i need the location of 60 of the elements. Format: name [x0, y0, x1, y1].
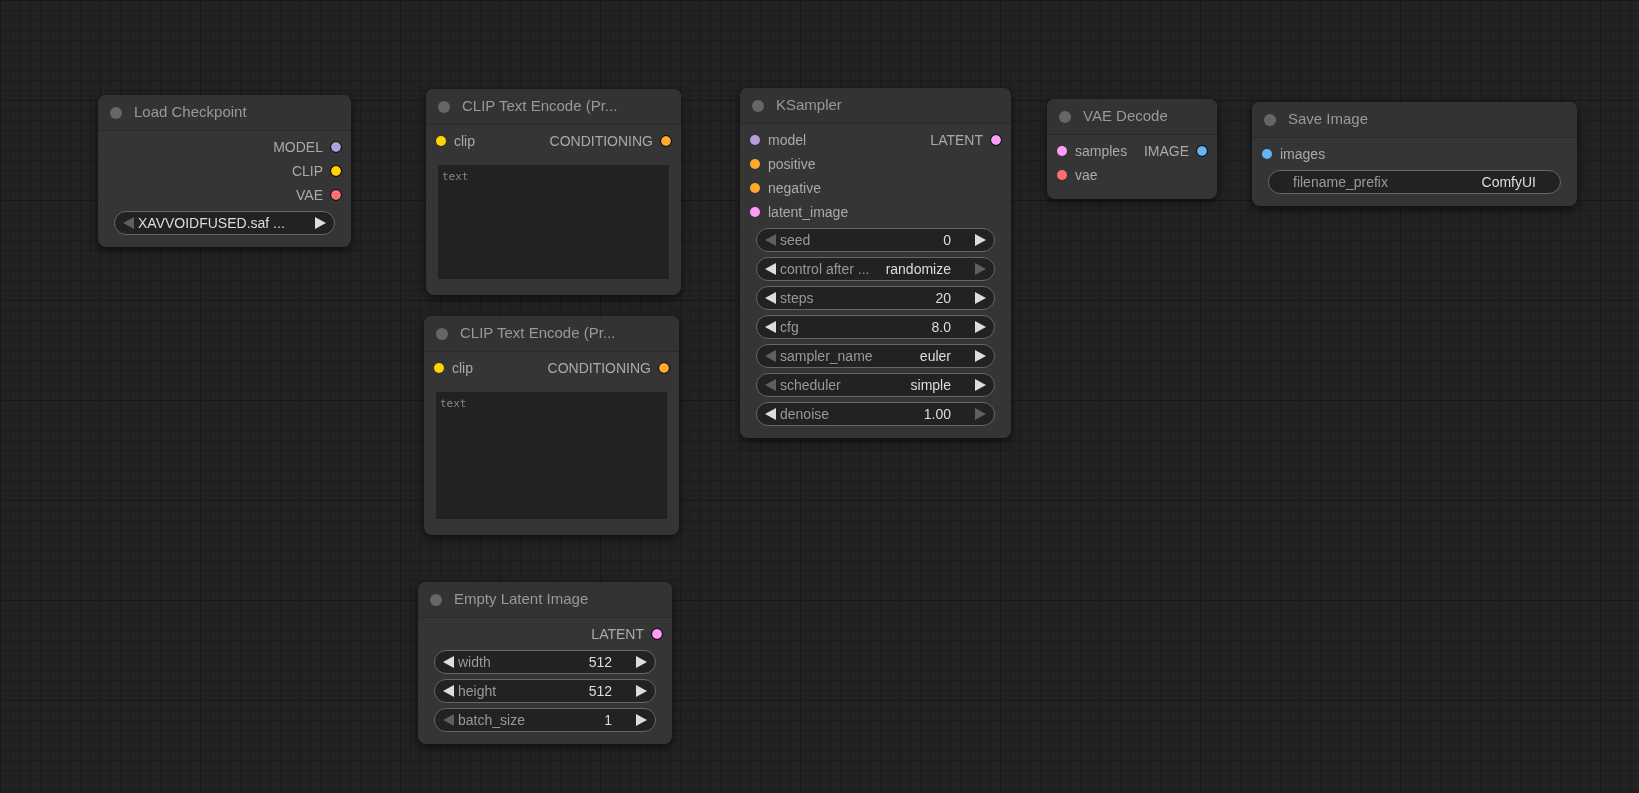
input-label: vae — [1075, 165, 1098, 185]
node-card[interactable]: Empty Latent Image LATENT width 512 height 512 batch_size 1 — [418, 582, 672, 744]
input-label: model — [768, 130, 807, 150]
combo-widget[interactable]: sampler_name euler — [756, 344, 995, 368]
number-widget[interactable]: height 512 — [434, 679, 656, 703]
number-widget[interactable]: steps 20 — [756, 286, 995, 310]
combo-widget[interactable]: XAVVOIDFUSED.saf ... — [114, 211, 335, 235]
node-title: Save Image — [1288, 109, 1369, 130]
output-label: VAE — [296, 185, 323, 205]
combo-widget[interactable]: scheduler simple — [756, 373, 995, 397]
input-label: images — [1280, 144, 1326, 164]
left-arrow-icon[interactable] — [765, 408, 776, 420]
input-label: negative — [768, 178, 821, 198]
output-label: LATENT — [591, 624, 644, 644]
number-widget[interactable]: seed 0 — [756, 228, 995, 252]
number-widget[interactable]: batch_size 1 — [434, 708, 656, 732]
text-prompt-field[interactable]: text — [438, 165, 669, 279]
input-label: samples — [1075, 141, 1128, 161]
node-card[interactable]: CLIP Text Encode (Pr... clip CONDITIONING text — [426, 89, 681, 295]
number-widget[interactable]: width 512 — [434, 650, 656, 674]
right-arrow-icon[interactable] — [975, 379, 986, 391]
node-card[interactable]: KSampler model LATENT positive negative latent_image seed 0 control after ... randomize steps 20 cfg 8.0 sampler_name euler scheduler simple denoise 1.00 — [740, 88, 1011, 438]
output-label: CONDITIONING — [549, 131, 653, 151]
node-card[interactable]: Load Checkpoint MODEL CLIP VAE XAVVOIDFUSED.saf ... — [98, 95, 351, 247]
left-arrow-icon[interactable] — [765, 292, 776, 304]
node-title: VAE Decode — [1083, 106, 1168, 127]
node-title: Empty Latent Image — [454, 589, 589, 610]
text-prompt-field[interactable]: text — [436, 392, 667, 519]
output-label: IMAGE — [1143, 141, 1189, 161]
right-arrow-icon[interactable] — [975, 350, 986, 362]
number-widget[interactable]: denoise 1.00 — [756, 402, 995, 426]
right-arrow-icon[interactable] — [975, 234, 986, 246]
node-card[interactable]: CLIP Text Encode (Pr... clip CONDITIONING text — [424, 316, 679, 535]
input-label: clip — [454, 131, 475, 151]
right-arrow-icon[interactable] — [636, 685, 647, 697]
input-label: clip — [452, 358, 473, 378]
input-label: latent_image — [768, 202, 849, 222]
number-widget[interactable]: cfg 8.0 — [756, 315, 995, 339]
right-arrow-icon[interactable] — [636, 656, 647, 668]
right-arrow-icon[interactable] — [975, 321, 986, 333]
node-title: KSampler — [776, 95, 842, 116]
node-title: Load Checkpoint — [134, 102, 247, 123]
right-arrow-icon[interactable] — [315, 217, 326, 229]
text-widget[interactable]: filename_prefix ComfyUI — [1268, 170, 1561, 194]
left-arrow-icon[interactable] — [765, 321, 776, 333]
node-card[interactable]: VAE Decode samples IMAGE vae — [1047, 99, 1217, 199]
output-label: LATENT — [930, 130, 983, 150]
node-title: CLIP Text Encode (Pr... — [462, 96, 618, 117]
output-label: CLIP — [291, 161, 323, 181]
output-label: CONDITIONING — [547, 358, 651, 378]
right-arrow-icon[interactable] — [636, 714, 647, 726]
node-card[interactable]: Save Image images filename_prefix ComfyUI — [1252, 102, 1577, 206]
right-arrow-icon[interactable] — [975, 292, 986, 304]
node-title: CLIP Text Encode (Pr... — [460, 323, 616, 344]
input-label: positive — [768, 154, 816, 174]
combo-widget[interactable]: control after ... randomize — [756, 257, 995, 281]
output-label: MODEL — [273, 137, 323, 157]
left-arrow-icon[interactable] — [443, 685, 454, 697]
left-arrow-icon[interactable] — [765, 263, 776, 275]
left-arrow-icon[interactable] — [443, 656, 454, 668]
